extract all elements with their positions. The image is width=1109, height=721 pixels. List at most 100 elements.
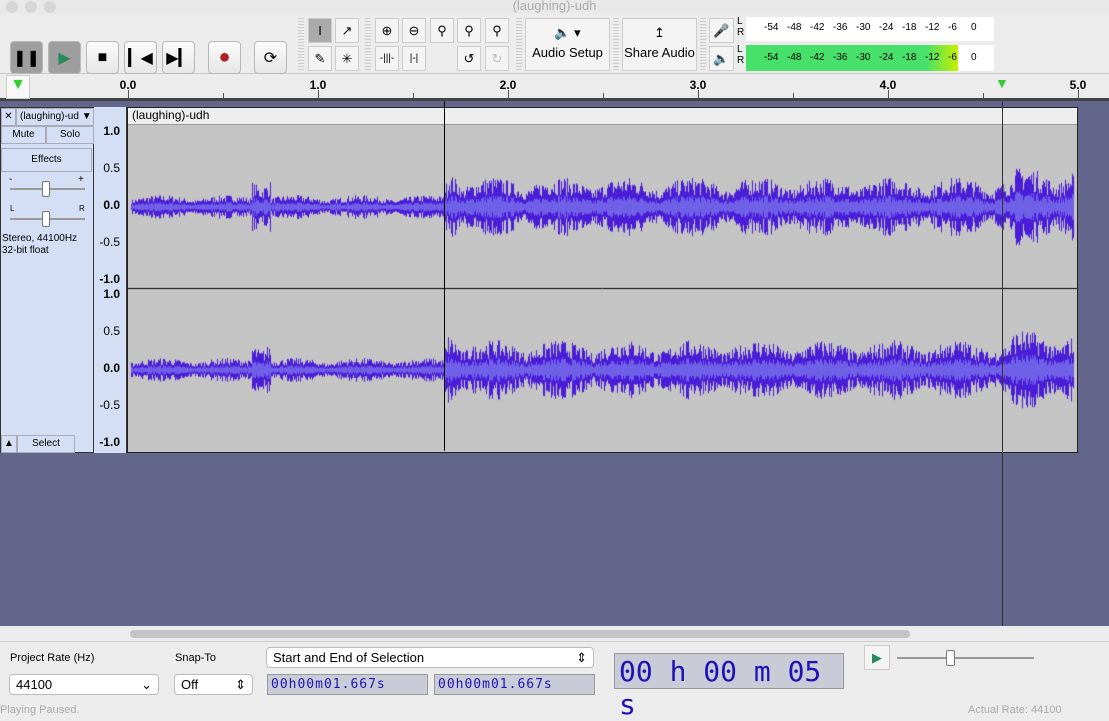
audio-position-time[interactable]: 00 h 00 m 05 s: [614, 653, 844, 721]
meter-tick: -42: [810, 22, 825, 33]
meter-tick: -36: [833, 52, 848, 63]
stop-button[interactable]: ■: [86, 41, 119, 74]
ruler-tick: [508, 90, 509, 98]
waveform-clip[interactable]: (laughing)-udh: [127, 107, 1078, 453]
channel-labels: LR: [737, 44, 745, 66]
toolbar-grip[interactable]: [516, 18, 522, 72]
zoom-out-icon: ⊖: [408, 22, 420, 38]
ruler-tick: [413, 93, 414, 98]
undo-button[interactable]: ↺: [457, 46, 481, 71]
selection-tool[interactable]: I: [308, 18, 332, 43]
playback-meter[interactable]: -54 -48 -42 -36 -30 -24 -18 -12 -6 0: [746, 45, 994, 71]
close-track-button[interactable]: ✕: [1, 108, 16, 126]
zoom-toggle-button[interactable]: ⚲: [485, 18, 509, 43]
zoom-out-button[interactable]: ⊖: [402, 18, 426, 43]
meter-tick: -54: [764, 22, 779, 33]
play-button[interactable]: ▶: [48, 41, 81, 74]
triangle-up-icon: ▲: [4, 438, 14, 449]
trim-icon: -|||-: [379, 53, 395, 64]
collapse-track-button[interactable]: ▲: [1, 435, 17, 453]
record-meter-button[interactable]: 🎤: [709, 18, 734, 43]
zoom-in-button[interactable]: ⊕: [375, 18, 399, 43]
meter-tick: 0: [971, 52, 977, 63]
loop-button[interactable]: ⟳: [254, 41, 287, 74]
record-button[interactable]: ●: [208, 41, 241, 74]
toolbar-grip[interactable]: [298, 18, 304, 72]
ruler-tick: [603, 93, 604, 98]
undo-icon: ↺: [463, 50, 475, 66]
play-at-speed-button[interactable]: ▶: [864, 645, 890, 670]
meter-tick: 0: [971, 22, 977, 33]
meter-tick: -6: [948, 52, 957, 63]
scale-label: 0.5: [103, 324, 120, 338]
project-rate-select[interactable]: 44100 ⌄: [9, 674, 159, 695]
ibeam-icon: I: [318, 23, 322, 38]
skip-to-start-button[interactable]: ▎◀: [124, 41, 157, 74]
toolbar-grip[interactable]: [700, 18, 706, 72]
envelope-icon: ↗: [341, 22, 353, 38]
close-window-button[interactable]: [6, 1, 18, 13]
track-control-panel[interactable]: ✕ (laughing)-ud ▼ Mute Solo Effects - + …: [0, 107, 94, 453]
recording-meter[interactable]: -54 -48 -42 -36 -30 -24 -18 -12 -6 0: [746, 17, 994, 41]
play-meter-button[interactable]: 🔈: [709, 46, 734, 71]
snap-to-select[interactable]: Off ⇕: [174, 674, 253, 695]
zoom-window-button[interactable]: [44, 1, 56, 13]
project-rate-label: Project Rate (Hz): [10, 652, 95, 664]
meter-tick: -30: [856, 52, 871, 63]
scale-label: -0.5: [99, 235, 120, 249]
toolbar-grip[interactable]: [613, 18, 619, 72]
multi-tool[interactable]: ✳: [335, 46, 359, 71]
pause-button[interactable]: ❚❚: [10, 41, 43, 74]
share-audio-button[interactable]: ↥ Share Audio: [622, 18, 697, 71]
minimize-window-button[interactable]: [25, 1, 37, 13]
mute-button[interactable]: Mute: [1, 126, 46, 144]
selection-end-time[interactable]: 00h00m01.667s: [434, 674, 595, 695]
redo-button[interactable]: ↻: [485, 46, 509, 71]
pan-left-label: L: [10, 204, 15, 213]
selection-start-time[interactable]: 00h00m01.667s: [267, 674, 428, 695]
play-speed-slider[interactable]: [897, 657, 1034, 659]
select-track-button[interactable]: Select: [17, 435, 75, 453]
meter-tick: -30: [856, 22, 871, 33]
silence-button[interactable]: |-|: [402, 46, 426, 71]
chevron-down-icon: ⌄: [141, 677, 152, 692]
pan-slider-thumb[interactable]: [42, 211, 50, 227]
play-head-line: [1002, 101, 1003, 626]
meter-tick: -42: [810, 52, 825, 63]
fit-selection-button[interactable]: ⚲: [430, 18, 454, 43]
horizontal-scrollbar[interactable]: [130, 630, 910, 638]
effects-button[interactable]: Effects: [1, 148, 92, 172]
gain-plus-label: +: [78, 174, 84, 185]
scale-label: 0.0: [103, 361, 120, 375]
solo-button[interactable]: Solo: [46, 126, 94, 144]
draw-tool[interactable]: ✎: [308, 46, 332, 71]
play-head-icon[interactable]: ▼: [995, 75, 1009, 91]
scale-label: 0.5: [103, 161, 120, 175]
selection-mode-select[interactable]: Start and End of Selection ⇕: [266, 647, 594, 668]
play-speed-slider-thumb[interactable]: [946, 650, 955, 666]
meter-tick: -36: [833, 22, 848, 33]
skip-to-end-button[interactable]: ▶▎: [162, 41, 195, 74]
amplitude-scale[interactable]: 1.0 0.5 0.0 -0.5 -1.0 1.0 0.5 0.0 -0.5 -1.0: [94, 107, 127, 453]
gain-slider-thumb[interactable]: [42, 181, 50, 197]
fit-project-button[interactable]: ⚲: [457, 18, 481, 43]
pause-icon: ❚❚: [13, 49, 40, 67]
toolbar: ❚❚ ▶ ■ ▎◀ ▶▎ ● ⟳ I ↗ ✎ ✳ ⊕ ⊖ ⚲ ⚲ ⚲ -|||-…: [0, 14, 1109, 74]
ruler-tick: [698, 90, 699, 98]
clip-title-bar[interactable]: (laughing)-udh: [128, 108, 1077, 125]
waveform[interactable]: [128, 125, 1077, 452]
toolbar-grip[interactable]: [365, 18, 371, 72]
asterisk-icon: ✳: [341, 50, 353, 66]
ruler-tick: [888, 90, 889, 98]
envelope-tool[interactable]: ↗: [335, 18, 359, 43]
stop-icon: ■: [97, 48, 108, 66]
silence-icon: |-|: [409, 53, 419, 64]
audio-setup-button[interactable]: 🔈 ▾ Audio Setup: [525, 18, 610, 71]
timeline-options-button[interactable]: ▼: [6, 75, 30, 99]
play-icon: ▶: [58, 49, 71, 67]
scale-label: -1.0: [99, 272, 120, 286]
redo-icon: ↻: [491, 50, 503, 66]
trim-button[interactable]: -|||-: [375, 46, 399, 71]
timeline-ruler[interactable]: ▼ 0.0 1.0 2.0 3.0 4.0 5.0 ▼: [0, 74, 1109, 101]
track-menu-button[interactable]: (laughing)-ud ▼: [16, 108, 94, 126]
